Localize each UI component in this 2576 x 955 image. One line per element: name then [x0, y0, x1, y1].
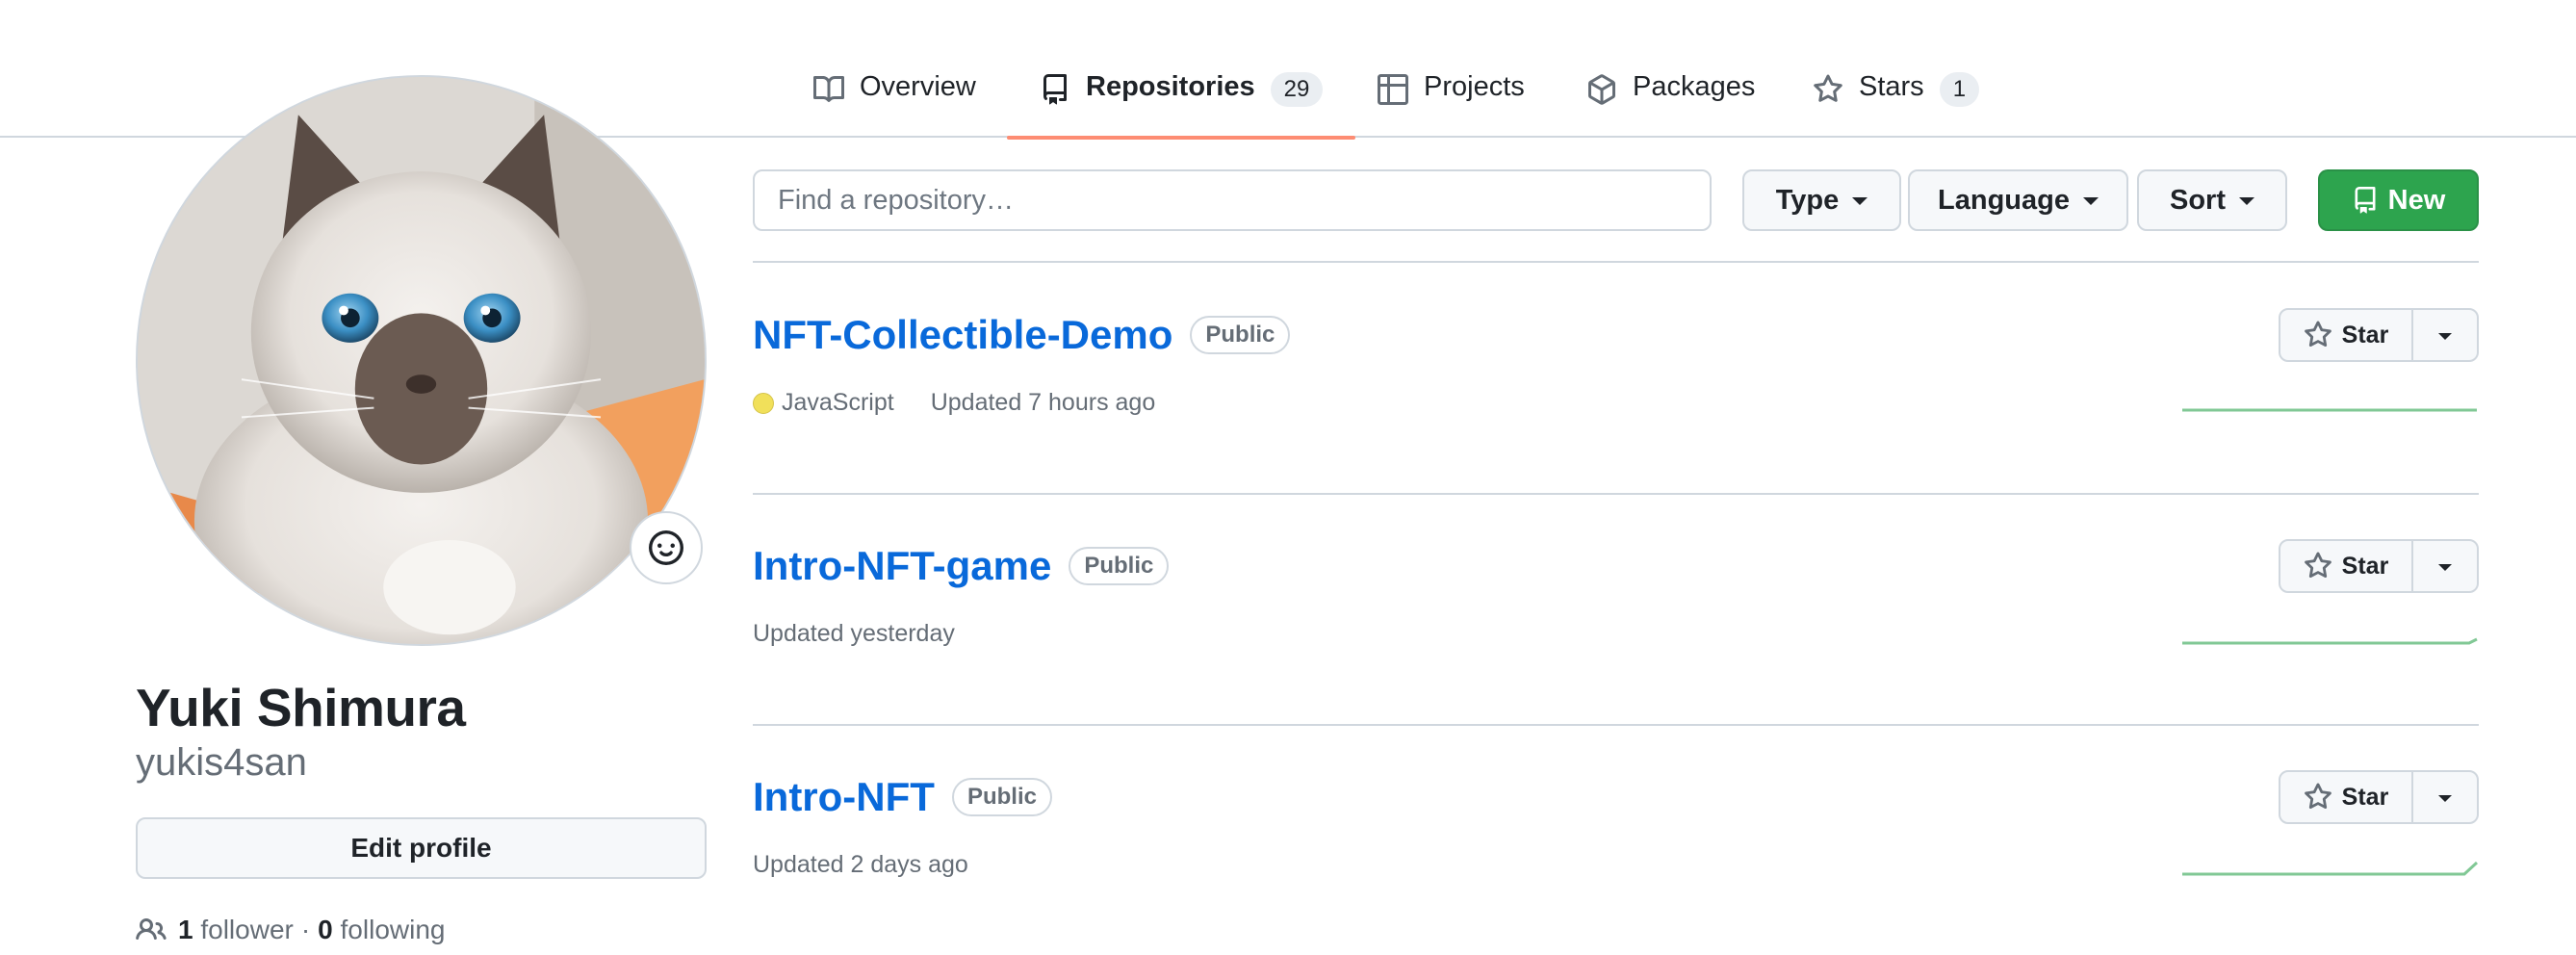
repo-updated: Updated 2 days ago	[753, 851, 968, 878]
activity-sparkline	[2182, 861, 2479, 876]
repo-item: Intro-NFT Public Updated 2 days ago Star	[753, 724, 2479, 955]
package-icon	[1588, 74, 1615, 105]
repo-language: JavaScript	[782, 389, 894, 416]
repo-count-badge: 29	[1270, 72, 1324, 107]
follow-separator: ·	[300, 915, 311, 944]
tab-label: Overview	[860, 71, 976, 102]
book-icon	[813, 75, 844, 102]
visibility-badge: Public	[1069, 547, 1170, 585]
type-dropdown[interactable]: Type	[1742, 169, 1901, 231]
star-button[interactable]: Star	[2280, 541, 2413, 591]
stars-count-badge: 1	[1939, 72, 1980, 107]
tab-repositories[interactable]: Repositories 29	[1006, 60, 1356, 140]
tab-projects[interactable]: Projects	[1378, 60, 1525, 138]
tab-label: Packages	[1633, 71, 1756, 102]
type-label: Type	[1775, 184, 1840, 216]
repo-title-row: Intro-NFT-game Public	[753, 543, 1170, 589]
language-color-dot	[753, 392, 774, 414]
star-list-dropdown[interactable]	[2413, 541, 2477, 591]
set-status-button[interactable]	[630, 511, 703, 584]
tab-stars[interactable]: Stars 1	[1813, 60, 1980, 138]
profile-username: yukis4san	[136, 741, 307, 784]
repo-updated: Updated yesterday	[753, 620, 955, 647]
star-label: Star	[2341, 321, 2389, 348]
star-list-dropdown[interactable]	[2413, 310, 2477, 360]
language-dropdown[interactable]: Language	[1908, 169, 2128, 231]
star-button[interactable]: Star	[2280, 772, 2413, 822]
star-icon	[1814, 74, 1842, 102]
sort-dropdown[interactable]: Sort	[2137, 169, 2287, 231]
sort-label: Sort	[2170, 184, 2226, 216]
caret-down-icon	[2438, 563, 2452, 571]
new-label: New	[2387, 184, 2446, 216]
edit-profile-button[interactable]: Edit profile	[136, 817, 707, 879]
star-list-dropdown[interactable]	[2413, 772, 2477, 822]
repo-title-row: NFT-Collectible-Demo Public	[753, 312, 1291, 358]
repo-updated: Updated 7 hours ago	[930, 389, 1156, 416]
repo-meta: Updated yesterday	[753, 620, 955, 648]
repo-icon	[1043, 74, 1067, 105]
tab-label: Stars	[1859, 71, 1924, 102]
tab-overview[interactable]: Overview	[813, 60, 976, 138]
visibility-badge: Public	[1190, 316, 1291, 354]
people-icon	[136, 917, 167, 941]
caret-down-icon	[2438, 794, 2452, 802]
language-label: Language	[1938, 184, 2070, 216]
repo-item: NFT-Collectible-Demo Public JavaScript U…	[753, 262, 2479, 493]
search-input[interactable]	[753, 169, 1712, 231]
star-button[interactable]: Star	[2280, 310, 2413, 360]
star-button-group: Star	[2279, 770, 2479, 824]
avatar[interactable]	[136, 75, 707, 646]
repo-icon	[2355, 187, 2376, 214]
profile-fullname: Yuki Shimura	[136, 678, 466, 737]
tab-label: Projects	[1424, 71, 1525, 102]
tab-packages[interactable]: Packages	[1586, 60, 1755, 138]
star-button-group: Star	[2279, 308, 2479, 362]
caret-down-icon	[1852, 197, 1868, 205]
follow-stats: 1 follower · 0 following	[136, 915, 445, 945]
repo-name-link[interactable]: NFT-Collectible-Demo	[753, 312, 1172, 358]
followers-link[interactable]: 1 follower	[178, 915, 294, 945]
repo-meta: Updated 2 days ago	[753, 851, 968, 879]
star-button-group: Star	[2279, 539, 2479, 593]
star-label: Star	[2341, 552, 2389, 580]
table-icon	[1378, 74, 1408, 105]
repo-title-row: Intro-NFT Public	[753, 774, 1052, 820]
star-icon	[2304, 321, 2331, 348]
caret-down-icon	[2438, 332, 2452, 340]
followers-label: follower	[200, 915, 294, 944]
repo-name-link[interactable]: Intro-NFT-game	[753, 543, 1051, 589]
smiley-icon	[649, 530, 683, 565]
tab-label: Repositories	[1086, 71, 1255, 102]
following-count: 0	[318, 915, 333, 944]
star-icon	[2304, 783, 2331, 810]
repo-item: Intro-NFT-game Public Updated yesterday …	[753, 493, 2479, 724]
visibility-badge: Public	[951, 778, 1052, 816]
following-link[interactable]: 0 following	[318, 915, 445, 945]
star-icon	[2304, 552, 2331, 579]
cat-photo	[138, 77, 705, 644]
followers-count: 1	[178, 915, 193, 944]
activity-sparkline	[2182, 408, 2477, 412]
new-repo-button[interactable]: New	[2318, 169, 2479, 231]
repo-name-link[interactable]: Intro-NFT	[753, 774, 935, 820]
following-label: following	[340, 915, 446, 944]
caret-down-icon	[2239, 197, 2254, 205]
star-label: Star	[2341, 783, 2389, 811]
activity-sparkline	[2182, 637, 2478, 645]
repo-meta: JavaScript Updated 7 hours ago	[753, 389, 1155, 417]
caret-down-icon	[2082, 197, 2099, 205]
